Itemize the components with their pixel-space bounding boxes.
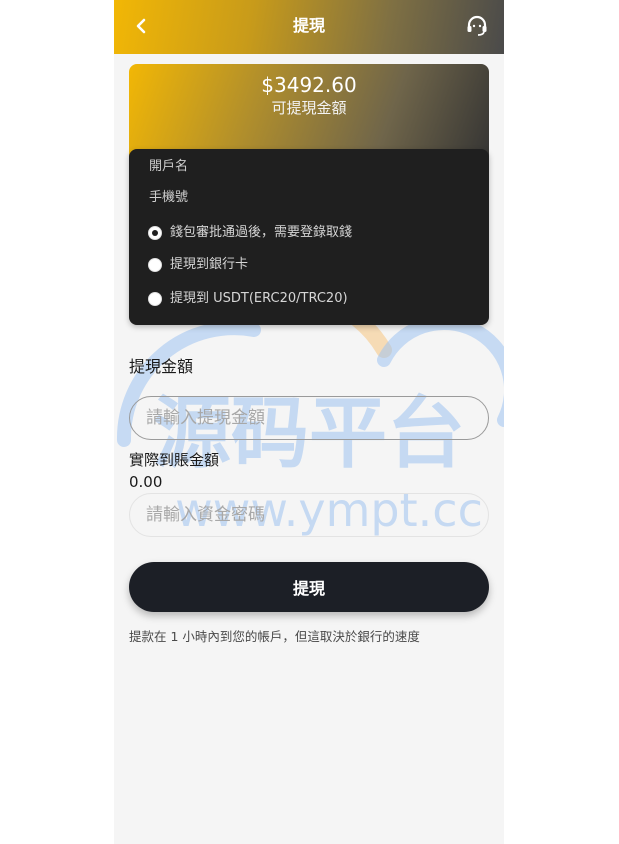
available-balance-label: 可提現金額 [271, 99, 347, 117]
method-option-usdt[interactable]: 提現到 USDT(ERC20/TRC20) [148, 289, 348, 309]
available-balance-amount: $3492.60 [261, 73, 357, 97]
radio-unchecked-icon [148, 292, 162, 306]
method-option-label: 提現到 USDT(ERC20/TRC20) [170, 291, 348, 306]
actual-amount-label: 實際到賬金額 [129, 451, 220, 469]
withdraw-screen: 源码平台 www.ympt.cc 提現 $3492.60 可提現金額 開戶名 手… [114, 0, 504, 844]
page-title: 提現 [292, 16, 325, 35]
customer-support-button[interactable] [464, 13, 490, 39]
withdraw-submit-button[interactable]: 提現 [129, 562, 489, 612]
radio-unchecked-icon [148, 258, 162, 272]
account-holder-label: 開戶名 [149, 159, 189, 174]
top-bar: 提現 [114, 0, 504, 54]
phone-number-label: 手機號 [149, 190, 189, 205]
withdrawal-method-panel: 開戶名 手機號 錢包審批通過後，需要登錄取錢 提現到銀行卡 提現到 USDT(E… [129, 149, 489, 325]
method-option-label: 錢包審批通過後，需要登錄取錢 [170, 225, 353, 240]
headset-support-icon [467, 15, 487, 36]
processing-time-note: 提款在 1 小時內到您的帳戶，但這取決於銀行的速度 [129, 629, 420, 644]
method-option-bank-card[interactable]: 提現到銀行卡 [148, 255, 248, 275]
method-option-wallet[interactable]: 錢包審批通過後，需要登錄取錢 [148, 223, 352, 243]
actual-amount-value: 0.00 [129, 473, 163, 491]
fund-password-input[interactable] [129, 493, 489, 537]
radio-checked-icon [148, 226, 162, 240]
withdraw-amount-input[interactable] [129, 396, 489, 440]
withdraw-amount-label: 提現金額 [129, 357, 194, 376]
method-option-label: 提現到銀行卡 [170, 257, 249, 272]
